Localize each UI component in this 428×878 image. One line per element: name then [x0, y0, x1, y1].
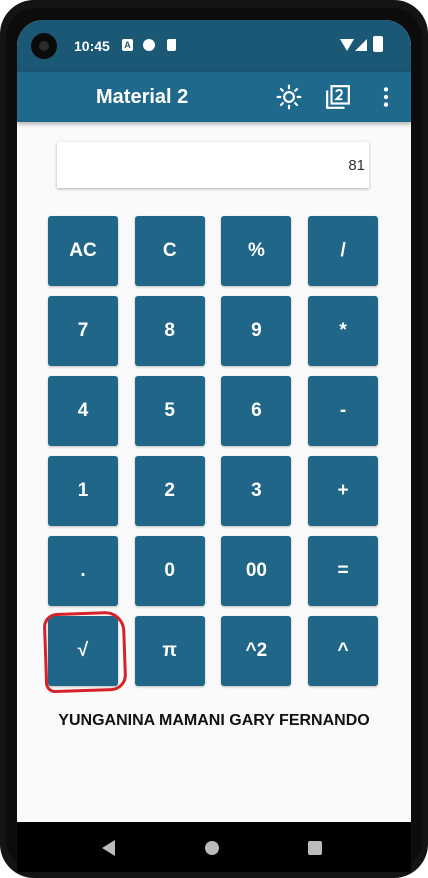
key-button[interactable]: 2	[134, 456, 205, 526]
notification-a-icon: A	[122, 39, 133, 51]
screen: 10:45 A Material 2 81 AC C % / 7 8 9 * 4…	[17, 20, 411, 872]
wifi-icon	[340, 39, 354, 51]
key-button[interactable]: 8	[134, 296, 205, 366]
display-value: 81	[348, 157, 365, 174]
key-button[interactable]: 7	[48, 296, 118, 366]
key-button[interactable]: =	[308, 536, 379, 606]
key-button[interactable]: 1	[48, 456, 118, 526]
key-button[interactable]: C	[134, 216, 205, 286]
app-bar: Material 2	[17, 72, 411, 122]
key-button[interactable]: 9	[221, 296, 292, 366]
key-button[interactable]: 0	[134, 536, 205, 606]
key-button[interactable]: 00	[221, 536, 292, 606]
status-time: 10:45	[74, 38, 110, 54]
key-button[interactable]: .	[48, 536, 118, 606]
key-button[interactable]: π	[134, 616, 205, 686]
filter-2-icon[interactable]	[325, 84, 351, 110]
more-vert-icon[interactable]	[373, 84, 399, 110]
key-button[interactable]: ^	[308, 616, 379, 686]
key-button[interactable]: AC	[48, 216, 118, 286]
result-display[interactable]: 81	[57, 142, 369, 188]
key-button[interactable]: +	[308, 456, 379, 526]
nav-bar	[17, 822, 411, 872]
battery-icon	[373, 36, 383, 52]
keypad: AC C%/7 8 9 * 4 5 6-1 2 3 +. 0 00 = √ π ^2 ^	[42, 216, 379, 694]
red-circle-annotation	[42, 610, 128, 694]
sd-card-icon	[167, 39, 176, 51]
key-button[interactable]: 6	[221, 376, 292, 446]
key-button[interactable]: 5	[134, 376, 205, 446]
phone-frame: 10:45 A Material 2 81 AC C % / 7 8 9 * 4…	[0, 0, 428, 878]
key-button[interactable]: /	[308, 216, 379, 286]
brightness-icon[interactable]	[276, 84, 302, 110]
author-name: YUNGANINA MAMANI GARY FERNANDO	[58, 712, 370, 729]
notification-app-icon	[143, 39, 155, 51]
key-button[interactable]: 4	[48, 376, 118, 446]
back-icon[interactable]	[102, 840, 115, 856]
key-button[interactable]: ^2	[221, 616, 292, 686]
status-bar: 10:45 A	[17, 20, 411, 72]
key-button[interactable]: -	[308, 376, 379, 446]
key-button[interactable]: 3	[221, 456, 292, 526]
app-title: Material 2	[96, 86, 189, 108]
home-icon[interactable]	[205, 841, 219, 855]
key-button[interactable]: *	[308, 296, 379, 366]
key-button[interactable]: %	[221, 216, 292, 286]
camera-icon	[31, 33, 57, 59]
recents-icon[interactable]	[308, 841, 322, 855]
signal-icon	[355, 39, 367, 51]
